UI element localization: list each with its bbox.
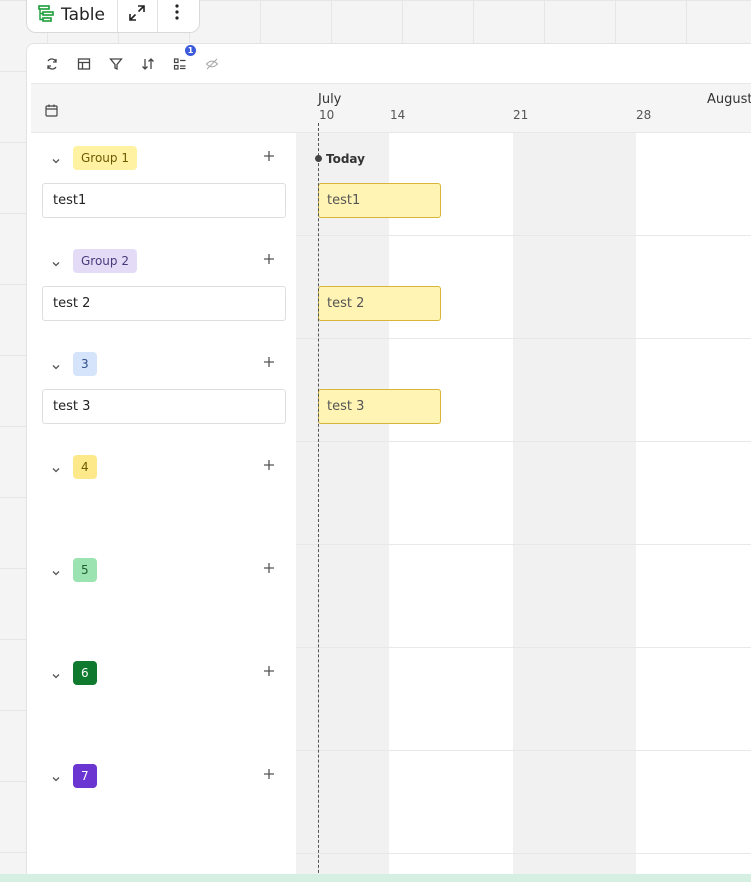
add-item-button[interactable]: [261, 249, 277, 270]
chevron-down-icon[interactable]: [51, 563, 61, 582]
group-row: Group 1 test1 test1: [31, 133, 751, 236]
group-header: 4: [31, 442, 296, 545]
group-row: 4: [31, 442, 751, 545]
item-cell[interactable]: test 3: [42, 389, 286, 424]
group-tag[interactable]: 6: [73, 661, 97, 685]
view-toolbar: 1: [27, 44, 751, 83]
timeline-bar[interactable]: test 2: [318, 286, 441, 321]
today-line: [318, 123, 319, 882]
chevron-down-icon[interactable]: [51, 357, 61, 376]
layout-button[interactable]: [75, 55, 93, 73]
plus-icon: [264, 460, 274, 470]
timeline-bar[interactable]: test 3: [318, 389, 441, 424]
plus-icon: [264, 357, 274, 367]
day-label: 14: [390, 108, 406, 122]
chevron-down-icon[interactable]: [51, 769, 61, 788]
hide-fields-button[interactable]: [203, 55, 221, 73]
add-item-button[interactable]: [261, 455, 277, 476]
group-row: 7: [31, 751, 751, 854]
more-options-button[interactable]: [158, 0, 196, 32]
group-tag[interactable]: Group 1: [73, 146, 137, 170]
group-header: Group 2 test 2: [31, 236, 296, 339]
bottom-strip: [0, 874, 751, 882]
group-row: 5: [31, 545, 751, 648]
group-tag[interactable]: 4: [73, 455, 97, 479]
group-row: Group 2 test 2 test 2: [31, 236, 751, 339]
group-row: 3 test 3 test 3: [31, 339, 751, 442]
group-list-icon: [173, 57, 186, 70]
group-by-button[interactable]: 1: [171, 44, 197, 73]
layout-icon: [77, 57, 91, 70]
top-toolbar: Table: [26, 0, 200, 33]
eye-off-icon: [205, 58, 219, 69]
more-vertical-icon: [174, 3, 180, 26]
group-header: 3 test 3: [31, 339, 296, 442]
timeline-panel: 1 July August 10 14 21 28 Group 1 test1 te…: [26, 43, 751, 882]
month-label-july: July: [318, 92, 342, 107]
add-item-button[interactable]: [261, 558, 277, 579]
month-label-august: August: [707, 92, 751, 107]
group-header: 5: [31, 545, 296, 648]
today-marker: [315, 155, 322, 162]
plus-icon: [264, 769, 274, 779]
add-item-button[interactable]: [261, 146, 277, 167]
expand-icon: [128, 4, 146, 26]
plus-icon: [264, 563, 274, 573]
filter-icon: [109, 57, 123, 70]
item-cell[interactable]: test1: [42, 183, 286, 218]
timeline-body: Group 1 test1 test1 Group 2 test 2 test 2 3 tes…: [31, 123, 751, 882]
chevron-down-icon[interactable]: [51, 254, 61, 273]
group-header: Group 1 test1: [31, 133, 296, 236]
timeline-header: July August 10 14 21 28: [31, 83, 751, 133]
item-cell[interactable]: test 2: [42, 286, 286, 321]
add-item-button[interactable]: [261, 764, 277, 785]
sort-button[interactable]: [139, 55, 157, 73]
timeline-bar[interactable]: test1: [318, 183, 441, 218]
add-item-button[interactable]: [261, 352, 277, 373]
table-tree-icon: [37, 4, 55, 26]
sort-icon: [142, 57, 154, 70]
expand-button[interactable]: [118, 0, 158, 32]
chevron-down-icon[interactable]: [51, 460, 61, 479]
group-header: 7: [31, 751, 296, 854]
refresh-button[interactable]: [43, 55, 61, 73]
day-label: 28: [636, 108, 652, 122]
group-tag[interactable]: 5: [73, 558, 97, 582]
group-row: 6: [31, 648, 751, 751]
table-view-label: Table: [61, 4, 105, 25]
today-label: Today: [326, 152, 365, 166]
group-tag[interactable]: Group 2: [73, 249, 137, 273]
filter-button[interactable]: [107, 55, 125, 73]
plus-icon: [264, 254, 274, 264]
refresh-icon: [47, 57, 57, 70]
day-label: 21: [513, 108, 529, 122]
chevron-down-icon[interactable]: [51, 151, 61, 170]
chevron-down-icon[interactable]: [51, 666, 61, 685]
group-tag[interactable]: 7: [73, 764, 97, 788]
filter-count-badge: 1: [184, 44, 197, 57]
add-item-button[interactable]: [261, 661, 277, 682]
group-header: 6: [31, 648, 296, 751]
plus-icon: [264, 151, 274, 161]
group-tag[interactable]: 3: [73, 352, 97, 376]
calendar-icon[interactable]: [45, 102, 58, 121]
plus-icon: [264, 666, 274, 676]
day-label: 10: [319, 108, 335, 122]
table-view-button[interactable]: Table: [27, 0, 118, 32]
